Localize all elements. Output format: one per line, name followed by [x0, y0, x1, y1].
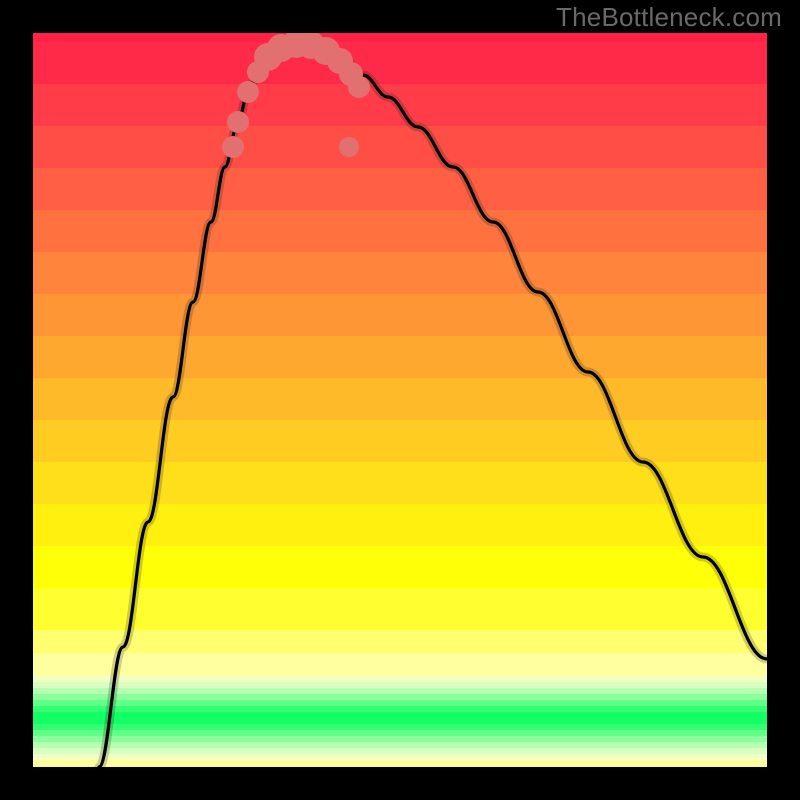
- gradient-band: [33, 759, 767, 766]
- gradient-band: [33, 377, 767, 420]
- gradient-band: [33, 729, 767, 736]
- gradient-band: [33, 705, 767, 712]
- gradient-band: [33, 461, 767, 504]
- gradient-band: [33, 41, 767, 84]
- gradient-band: [33, 717, 767, 724]
- gradient-band: [33, 675, 767, 682]
- gradient-band: [33, 293, 767, 336]
- gradient-band: [33, 335, 767, 378]
- gradient-band: [33, 545, 767, 588]
- gradient-band: [33, 735, 767, 742]
- gradient-band: [33, 167, 767, 210]
- gradient-band: [33, 699, 767, 706]
- gradient-band: [33, 209, 767, 252]
- gradient-band: [33, 687, 767, 694]
- gradient-band: [33, 723, 767, 730]
- gradient-band: [33, 652, 767, 676]
- gradient-band: [33, 693, 767, 700]
- gradient-band: [33, 125, 767, 168]
- gradient-band: [33, 741, 767, 748]
- gradient-band: [33, 711, 767, 718]
- gradient-band: [33, 419, 767, 462]
- chart-frame: TheBottleneck.com: [0, 0, 800, 800]
- plot-area: [33, 33, 767, 767]
- gradient-band: [33, 587, 767, 630]
- gradient-band: [33, 503, 767, 546]
- gradient-band: [33, 251, 767, 294]
- watermark-label: TheBottleneck.com: [556, 2, 782, 33]
- gradient-band: [33, 747, 767, 754]
- gradient-band: [33, 83, 767, 126]
- gradient-band: [33, 753, 767, 760]
- gradient-band: [33, 33, 767, 42]
- gradient-band: [33, 681, 767, 688]
- gradient-band: [33, 629, 767, 653]
